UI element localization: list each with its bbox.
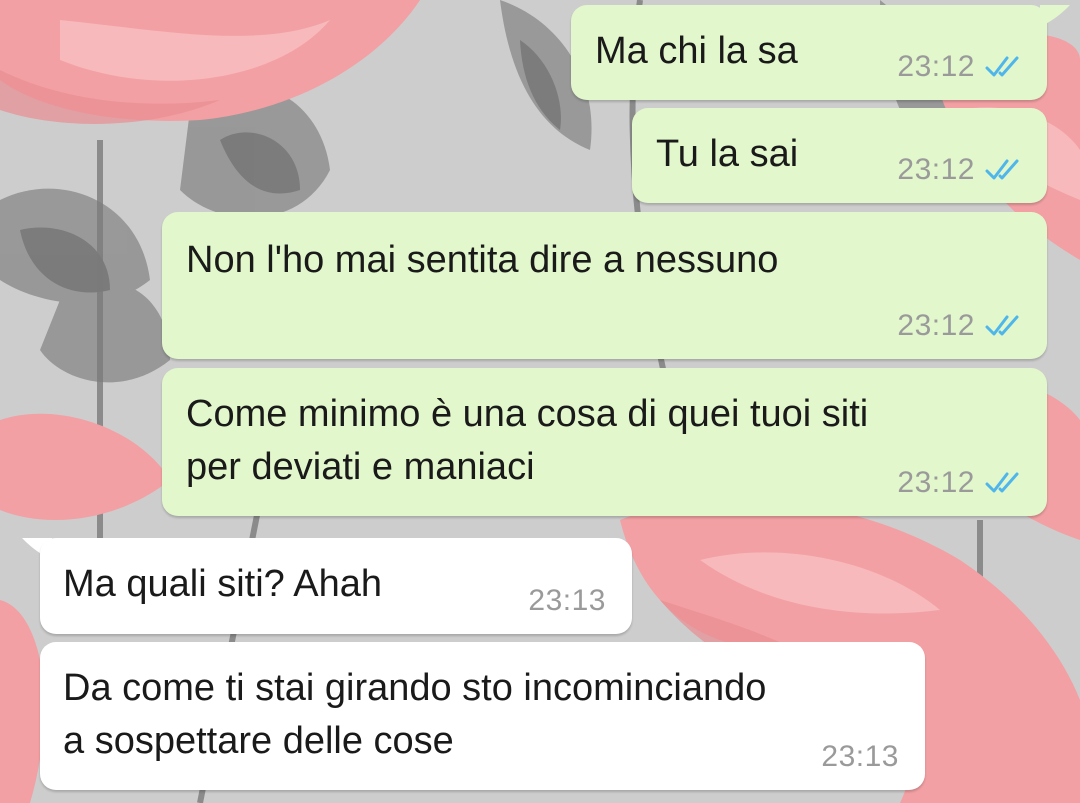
message-time: 23:13	[528, 584, 606, 617]
message-time: 23:12	[897, 50, 975, 83]
message-text-line-2: per deviati e maniaci	[186, 446, 535, 488]
message-bubble-incoming[interactable]: Da come ti stai girando sto incominciand…	[40, 642, 925, 790]
message-time: 23:12	[897, 466, 975, 499]
message-text: Ma chi la sa	[595, 30, 798, 72]
message-text: Non l'ho mai sentita dire a nessuno	[186, 239, 779, 281]
message-meta: 23:13	[821, 740, 899, 774]
message-bubble-outgoing[interactable]: Non l'ho mai sentita dire a nessuno 23:1…	[162, 212, 1047, 359]
message-bubble-outgoing[interactable]: Tu la sai 23:12	[632, 108, 1047, 203]
double-check-icon	[985, 315, 1019, 336]
message-meta: 23:12	[897, 50, 1025, 84]
message-meta: 23:12	[897, 466, 1025, 500]
bubble-tail	[1040, 5, 1070, 27]
message-text: Tu la sai	[656, 133, 799, 175]
double-check-icon	[985, 56, 1019, 77]
message-bubble-outgoing[interactable]: Come minimo è una cosa di quei tuoi siti…	[162, 368, 1047, 516]
message-meta: 23:12	[897, 153, 1025, 187]
message-text-line-1: Da come ti stai girando sto incominciand…	[63, 667, 767, 709]
message-meta: 23:13	[528, 584, 606, 618]
message-bubble-incoming[interactable]: Ma quali siti? Ahah 23:13	[40, 538, 632, 634]
message-text-line-1: Come minimo è una cosa di quei tuoi siti	[186, 393, 869, 435]
message-text: Ma quali siti? Ahah	[63, 563, 382, 605]
double-check-icon	[985, 472, 1019, 493]
message-time: 23:12	[897, 153, 975, 186]
message-bubble-outgoing[interactable]: Ma chi la sa 23:12	[571, 5, 1047, 100]
message-meta: 23:12	[897, 309, 1025, 343]
message-time: 23:12	[897, 309, 975, 342]
double-check-icon	[985, 159, 1019, 180]
message-time: 23:13	[821, 740, 899, 773]
message-text-line-2: a sospettare delle cose	[63, 720, 454, 762]
